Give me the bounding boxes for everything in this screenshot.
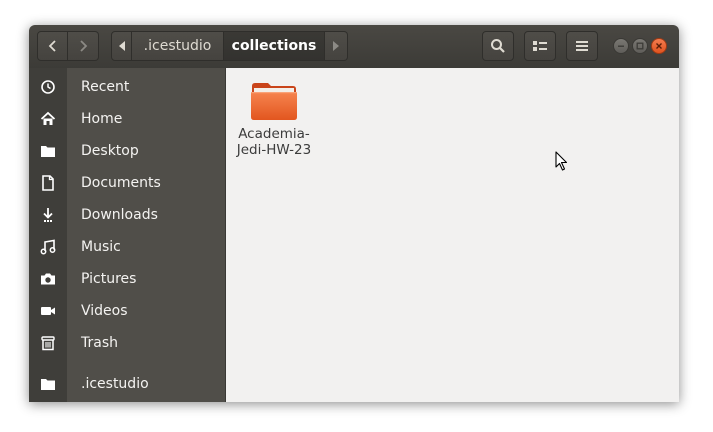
minimize-icon	[618, 45, 624, 47]
sidebar-item-videos[interactable]: Videos	[29, 295, 225, 327]
file-manager-window: .icestudio collections Recent Home Deskt…	[29, 25, 679, 402]
list-view-icon	[533, 41, 547, 51]
trash-icon	[40, 335, 56, 351]
sidebar-item-label: Desktop	[81, 143, 139, 159]
sidebar-item-label: Videos	[81, 303, 128, 319]
triangle-right-icon	[333, 41, 339, 51]
document-icon	[40, 175, 56, 191]
maximize-icon	[636, 42, 644, 50]
hamburger-icon	[576, 41, 588, 51]
sidebar-item-home[interactable]: Home	[29, 103, 225, 135]
sidebar-item-downloads[interactable]: Downloads	[29, 199, 225, 231]
sidebar-item-label: Music	[81, 239, 121, 255]
video-icon	[40, 303, 56, 319]
folder-icon	[40, 376, 56, 392]
view-toggle-button[interactable]	[524, 31, 556, 61]
sidebar-item-label: Downloads	[81, 207, 158, 223]
file-name-line-2: Jedi-HW-23	[236, 142, 312, 158]
breadcrumb-collections[interactable]: collections	[224, 31, 325, 61]
minimize-button[interactable]	[613, 38, 629, 54]
sidebar-item-desktop[interactable]: Desktop	[29, 135, 225, 167]
download-icon	[40, 207, 56, 223]
search-icon	[491, 39, 505, 53]
triangle-left-icon	[118, 41, 125, 51]
maximize-button[interactable]	[632, 38, 648, 54]
clock-icon	[40, 79, 56, 95]
menu-button[interactable]	[566, 31, 598, 61]
file-name-line-1: Academia-	[238, 126, 310, 142]
folder-icon	[40, 143, 56, 159]
forward-button[interactable]	[68, 31, 99, 61]
sidebar-item-music[interactable]: Music	[29, 231, 225, 263]
sidebar-item-trash[interactable]: Trash	[29, 327, 225, 359]
breadcrumb-icestudio[interactable]: .icestudio	[132, 31, 224, 61]
home-icon	[40, 111, 56, 127]
folder-item[interactable]: Academia- Jedi-HW-23	[233, 80, 315, 160]
sidebar-item-label: Pictures	[81, 271, 137, 287]
sidebar-item-pictures[interactable]: Pictures	[29, 263, 225, 295]
sidebar-item-icestudio[interactable]: .icestudio	[29, 368, 225, 400]
folder-icon	[251, 83, 297, 120]
sidebar-item-documents[interactable]: Documents	[29, 167, 225, 199]
music-icon	[40, 239, 56, 255]
path-scroll-left-button[interactable]	[111, 31, 132, 61]
sidebar-item-label: Recent	[81, 79, 130, 95]
close-icon	[656, 43, 662, 49]
camera-icon	[40, 271, 56, 287]
mouse-cursor-icon	[555, 151, 568, 171]
search-button[interactable]	[482, 31, 514, 61]
sidebar-item-label: Trash	[81, 335, 118, 351]
sidebar-item-recent[interactable]: Recent	[29, 71, 225, 103]
sidebar-item-label: Home	[81, 111, 123, 127]
sidebar: Recent Home Desktop Documents Downloads	[29, 68, 226, 402]
header-bar: .icestudio collections	[29, 25, 679, 69]
sidebar-item-label: .icestudio	[81, 376, 149, 392]
back-button[interactable]	[37, 31, 68, 61]
file-name: Academia- Jedi-HW-23	[233, 126, 315, 158]
sidebar-item-label: Documents	[81, 175, 161, 191]
chevron-left-icon	[48, 40, 56, 52]
path-scroll-right-button[interactable]	[325, 31, 348, 61]
chevron-right-icon	[80, 40, 88, 52]
close-button[interactable]	[651, 38, 667, 54]
file-view: Academia- Jedi-HW-23	[226, 68, 679, 402]
